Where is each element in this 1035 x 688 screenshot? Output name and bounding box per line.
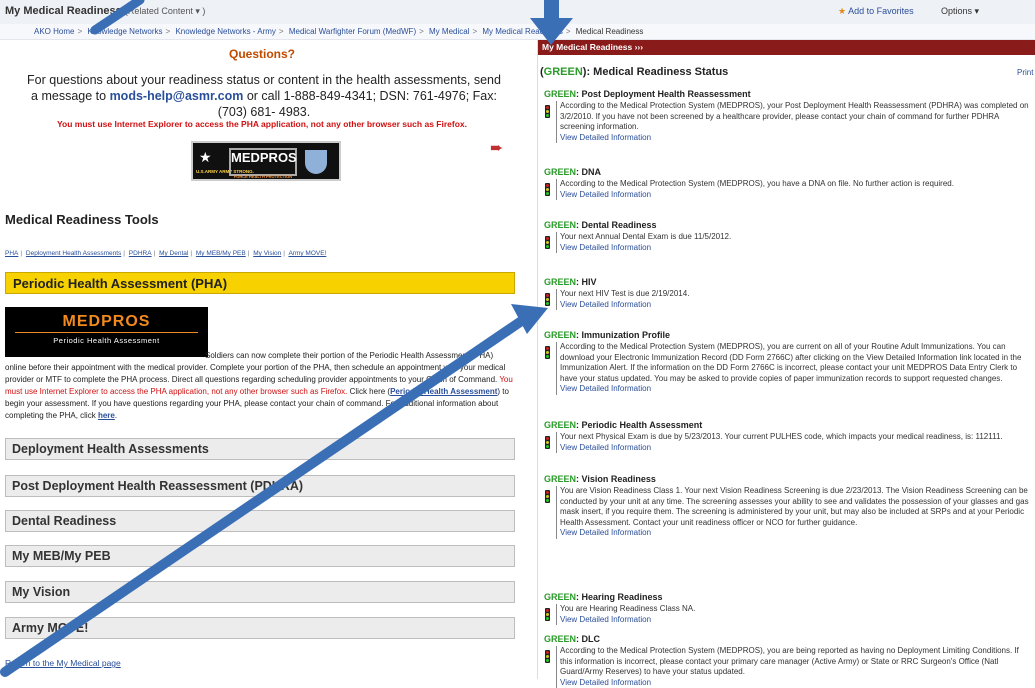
traffic-light-icon [545,650,550,663]
pha-section-header[interactable]: Periodic Health Assessment (PHA) [5,272,515,294]
breadcrumb-item[interactable]: AKO Home [34,27,74,36]
view-detail-link[interactable]: View Detailed Information [560,528,651,537]
breadcrumb-item[interactable]: Knowledge Networks [87,27,162,36]
left-column: Questions? For questions about your read… [0,40,524,679]
section-my-vision[interactable]: My Vision [5,581,515,603]
section-dental-readiness[interactable]: Dental Readiness [5,510,515,532]
tool-link-meb-peb[interactable]: My MEB/My PEB [196,250,246,257]
tool-link-pdhra[interactable]: PDHRA [129,250,152,257]
status-item-immunization: GREEN: Immunization Profile According to… [543,330,1031,395]
status-item-pdhra: GREEN: Post Deployment Health Reassessme… [543,89,1031,143]
traffic-light-icon [545,608,550,621]
portlet-title: My Medical Readiness (Related Content ▾ … [5,5,205,17]
traffic-light-icon [545,346,550,359]
view-detail-link[interactable]: View Detailed Information [560,443,651,452]
breadcrumb-item[interactable]: My Medical Readiness [482,27,562,36]
status-item-hiv: GREEN: HIV Your next HIV Test is due 2/1… [543,277,1031,310]
traffic-light-icon [545,236,550,249]
favorites-icon: ★ [838,6,847,16]
traffic-light-icon [545,490,550,503]
view-detail-link[interactable]: View Detailed Information [560,243,651,252]
questions-text: For questions about your readiness statu… [27,73,501,119]
medpros-logo[interactable]: ★ U.S.ARMY ARMY STRONG. MEDPROS FORCE HEA… [191,141,341,181]
breadcrumb-item[interactable]: Knowledge Networks - Army [175,27,275,36]
breadcrumb: AKO Home > Knowledge Networks > Knowledge … [0,24,1035,40]
tool-link-dental[interactable]: My Dental [159,250,188,257]
section-pdhra[interactable]: Post Deployment Health Reassessment (PDH… [5,475,515,497]
pha-link[interactable]: Periodic Health Assessment [390,387,497,396]
pha-description: Soldiers can now complete their portion … [5,351,513,420]
status-item-dna: GREEN: DNA According to the Medical Prot… [543,167,1031,200]
options-dropdown[interactable]: Options ▾ [941,6,979,17]
tools-heading: Medical Readiness Tools [5,212,159,227]
right-column: My Medical Readiness ››› (GREEN): Medica… [537,40,1035,688]
breadcrumb-item: Medical Readiness [575,27,644,36]
section-deployment-health[interactable]: Deployment Health Assessments [5,438,515,460]
questions-heading: Questions? [228,47,295,61]
ie-warning: You must use Internet Explorer to access… [57,119,467,129]
breadcrumb-item[interactable]: Medical Warfighter Forum (MedWF) [289,27,416,36]
traffic-light-icon [545,183,550,196]
status-item-dlc: GREEN: DLC According to the Medical Prot… [543,634,1031,688]
pha-here-link[interactable]: here [98,411,115,420]
section-meb-peb[interactable]: My MEB/My PEB [5,545,515,567]
view-detail-link[interactable]: View Detailed Information [560,384,651,393]
tool-link-dha[interactable]: Deployment Health Assessments [26,250,121,257]
return-to-my-medical-link[interactable]: Return to the My Medical page [5,658,121,668]
view-detail-link[interactable]: View Detailed Information [560,190,651,199]
tool-link-army-move[interactable]: Army MOVE! [288,250,326,257]
shield-icon [305,150,327,174]
army-star-icon: ★ [199,149,212,165]
favorites-label: Add to Favorites [848,6,914,16]
readiness-header-bar: My Medical Readiness ››› [538,40,1035,55]
add-to-favorites-link[interactable]: ★ Add to Favorites [838,6,914,17]
readiness-status-heading: (GREEN): Medical Readiness Status [540,66,729,78]
red-arrow-icon: ➨ [490,140,504,157]
print-link[interactable]: Print [1017,68,1033,77]
view-detail-link[interactable]: View Detailed Information [560,615,651,624]
breadcrumb-item[interactable]: My Medical [429,27,469,36]
related-content-dropdown[interactable]: (Related Content ▾ ) [125,6,206,16]
section-army-move[interactable]: Army MOVE! [5,617,515,639]
traffic-light-icon [545,105,550,118]
status-item-vision: GREEN: Vision Readiness You are Vision R… [543,474,1031,539]
tool-link-vision[interactable]: My Vision [253,250,281,257]
view-detail-link[interactable]: View Detailed Information [560,300,651,309]
tool-link-pha[interactable]: PHA [5,250,18,257]
portlet-title-bar: My Medical Readiness (Related Content ▾ … [0,0,1035,25]
status-item-pha: GREEN: Periodic Health Assessment Your n… [543,420,1031,453]
status-item-dental: GREEN: Dental Readiness Your next Annual… [543,220,1031,253]
status-item-hearing: GREEN: Hearing Readiness You are Hearing… [543,592,1031,625]
traffic-light-icon [545,293,550,306]
mods-help-email-link[interactable]: mods-help@asmr.com [110,89,244,103]
traffic-light-icon [545,436,550,449]
tools-links: PHA | Deployment Health Assessments | PDHR… [5,250,327,257]
view-detail-link[interactable]: View Detailed Information [560,133,651,142]
page-title: My Medical Readiness [5,5,122,17]
